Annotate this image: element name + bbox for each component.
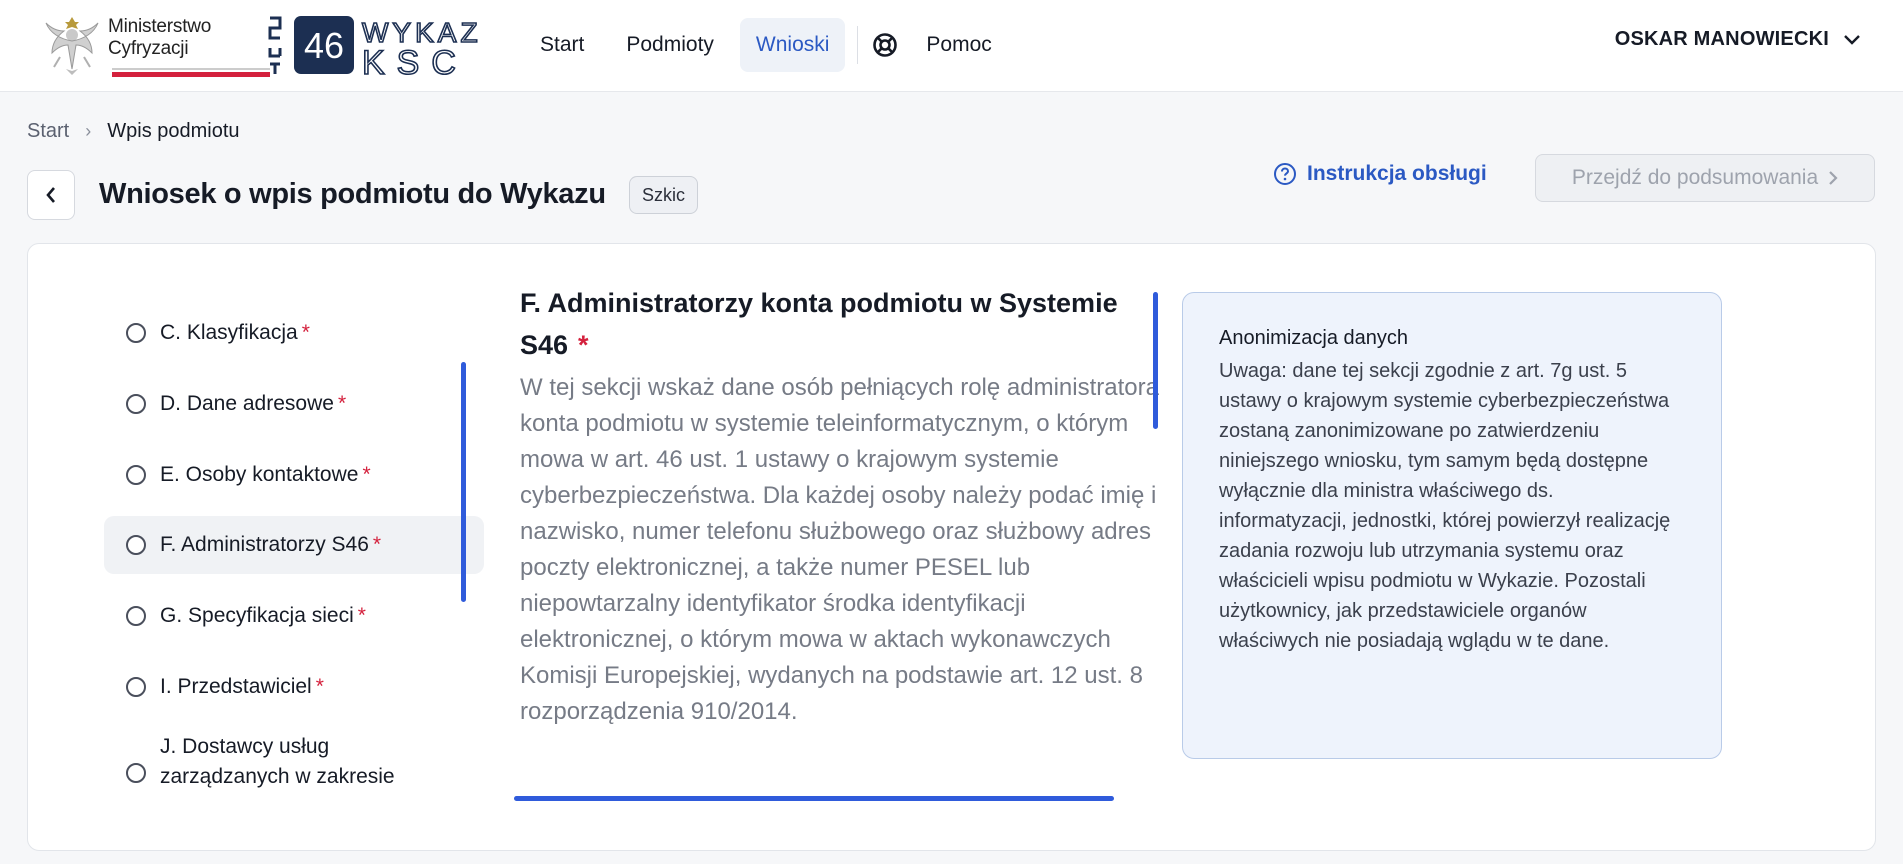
breadcrumb-separator: › (85, 121, 92, 141)
ministry-name-line2: Cyfryzacji (108, 38, 189, 59)
required-marker: * (301, 321, 310, 344)
ministry-logo[interactable]: Ministerstwo Cyfryzacji (42, 12, 270, 80)
eagle-emblem-icon (45, 17, 99, 75)
instruction-link-label: Instrukcja obsługi (1307, 162, 1487, 185)
step-label: D. Dane adresowe (160, 392, 334, 415)
step-i-przedstawiciel[interactable]: I. Przedstawiciel * (104, 658, 484, 716)
nav-podmioty[interactable]: Podmioty (610, 18, 730, 72)
breadcrumb-start[interactable]: Start (27, 120, 69, 143)
back-button[interactable] (27, 170, 75, 220)
main-nav: Start Podmioty Wnioski Pomoc (524, 18, 1002, 72)
question-circle-icon (1274, 163, 1296, 185)
top-header: Ministerstwo Cyfryzacji 46 WYKAZ KSC Sta… (0, 0, 1903, 92)
section-content: F. Administratorzy konta podmiotu w Syst… (520, 282, 1180, 730)
step-g-specyfikacja-sieci[interactable]: G. Specyfikacja sieci * (104, 587, 484, 645)
lifebuoy-icon[interactable] (872, 32, 898, 58)
section-title-text: F. Administratorzy konta podmiotu w Syst… (520, 288, 1118, 360)
breadcrumb-current: Wpis podmiotu (107, 120, 240, 142)
required-marker: * (372, 533, 382, 556)
step-label: I. Przedstawiciel (160, 675, 312, 698)
user-name: OSKAR MANOWIECKI (1614, 28, 1829, 50)
nav-divider (857, 26, 859, 64)
page-title: Wniosek o wpis podmiotu do Wykazu (99, 178, 606, 210)
radio-circle-icon (126, 465, 146, 485)
step-label: F. Administratorzy S46 (160, 533, 369, 556)
step-label: G. Specyfikacja sieci (160, 604, 354, 627)
anonymization-info-box: Anonimizacja danych Uwaga: dane tej sekc… (1182, 292, 1722, 759)
step-label-line2: zarządzanych w zakresie (160, 765, 395, 788)
radio-circle-icon (126, 323, 146, 343)
step-label: E. Osoby kontaktowe (160, 463, 359, 486)
content-vertical-scrollbar[interactable] (1153, 292, 1158, 429)
section-description: W tej sekcji wskaż dane osób pełniących … (520, 374, 1159, 725)
steps-scrollbar[interactable] (461, 362, 466, 602)
step-c-klasyfikacja[interactable]: C. Klasyfikacja * (104, 304, 484, 362)
s46-vertical-mark (268, 16, 282, 74)
radio-circle-icon (126, 606, 146, 626)
go-to-summary-button[interactable]: Przejdź do podsumowania (1535, 154, 1875, 202)
content-horizontal-scrollbar[interactable] (514, 796, 1114, 801)
step-e-osoby-kontaktowe[interactable]: E. Osoby kontaktowe * (104, 446, 484, 504)
step-label-line1: J. Dostawcy usług (160, 735, 330, 758)
required-marker: * (362, 463, 371, 486)
steps-list[interactable]: C. Klasyfikacja * D. Dane adresowe * E. … (76, 284, 486, 844)
s46-number: 46 (304, 25, 344, 66)
required-marker: * (337, 392, 347, 415)
radio-circle-icon (126, 677, 146, 697)
ministry-name: Ministerstwo Cyfryzacji (108, 16, 211, 60)
nav-pomoc[interactable]: Pomoc (926, 18, 991, 72)
step-label: J. Dostawcy usług zarządzanych w zakresi… (160, 732, 395, 792)
chevron-right-icon (1829, 171, 1838, 185)
breadcrumb: Start › Wpis podmiotu (27, 120, 240, 143)
ministry-flag-bar (112, 68, 270, 77)
radio-circle-icon (126, 394, 146, 414)
radio-circle-icon (126, 535, 146, 555)
logo-ksc: KSC (362, 44, 468, 78)
ministry-name-line1: Ministerstwo (108, 16, 212, 37)
info-box-title: Anonimizacja danych (1219, 327, 1408, 349)
nav-wnioski[interactable]: Wnioski (739, 18, 846, 72)
section-title: F. Administratorzy konta podmiotu w Syst… (520, 282, 1160, 366)
step-d-dane-adresowe[interactable]: D. Dane adresowe * (104, 375, 484, 433)
status-badge: Szkic (629, 176, 699, 214)
info-box-text: Uwaga: dane tej sekcji zgodnie z art. 7g… (1219, 360, 1671, 652)
radio-circle-icon (126, 763, 146, 783)
user-menu[interactable]: OSKAR MANOWIECKI (1615, 28, 1861, 51)
summary-button-label: Przejdź do podsumowania (1571, 166, 1819, 189)
instruction-link[interactable]: Instrukcja obsługi (1273, 162, 1487, 186)
chevron-down-icon (1844, 34, 1860, 45)
required-marker: * (315, 675, 324, 698)
step-j-dostawcy-uslug[interactable]: J. Dostawcy usług zarządzanych w zakresi… (104, 730, 484, 800)
s46-wykaz-ksc-logo[interactable]: 46 WYKAZ KSC (266, 12, 506, 78)
required-marker: * (357, 604, 366, 627)
required-marker: * (578, 330, 589, 360)
step-label: C. Klasyfikacja (160, 321, 298, 344)
form-card: C. Klasyfikacja * D. Dane adresowe * E. … (27, 243, 1876, 851)
step-f-administratorzy[interactable]: F. Administratorzy S46 * (104, 516, 484, 574)
chevron-left-icon (46, 187, 55, 203)
nav-start[interactable]: Start (524, 18, 600, 72)
